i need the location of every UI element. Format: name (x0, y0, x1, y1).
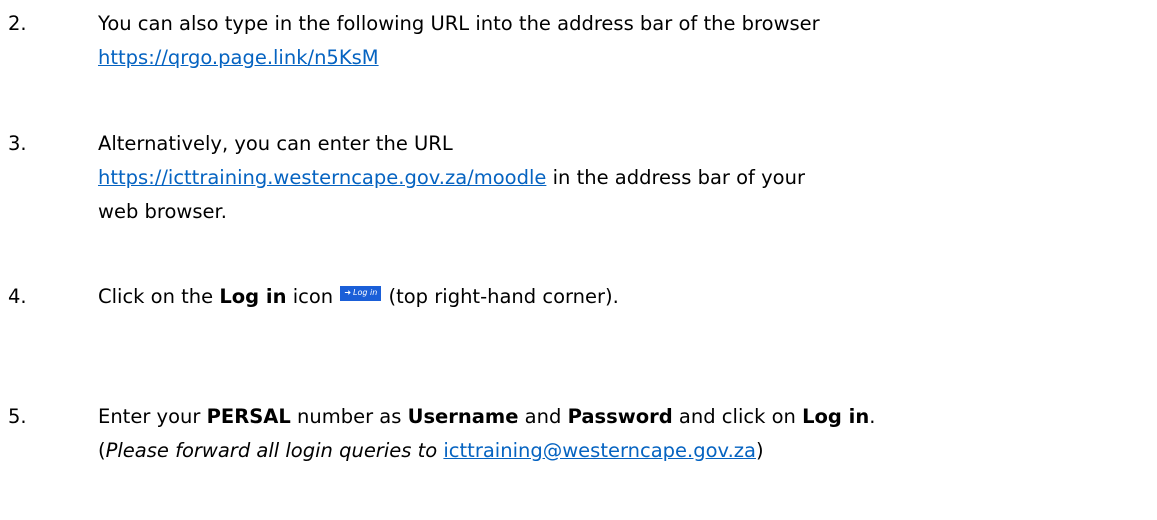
step-number: 4. (8, 285, 27, 308)
note-text: Please forward all login queries to (105, 439, 438, 462)
step-text: Alternatively, you can enter the URL (98, 132, 453, 155)
qrgo-link[interactable]: https://qrgo.page.link/n5KsM (98, 46, 379, 69)
step-body: You can also type in the following URL i… (98, 7, 1153, 75)
step-text: and click on (672, 405, 803, 428)
step-text: web browser. (98, 200, 227, 223)
step-body: Enter your PERSAL number as Username and… (98, 400, 1153, 468)
step-text: icon (286, 285, 340, 308)
paren-open: ( (98, 439, 106, 462)
username-label: Username (407, 405, 519, 428)
step-text: Click on the (98, 285, 220, 308)
step-text: You can also type in the following URL i… (98, 12, 820, 35)
log-in-button-label: Log in (353, 288, 378, 297)
step-number: 2. (8, 12, 27, 35)
step-text: in the address bar of your (546, 166, 805, 189)
login-arrow-icon: ➜ (344, 288, 352, 297)
log-in-label: Log in (219, 285, 287, 308)
step-text: and (518, 405, 568, 428)
step-text: number as (290, 405, 408, 428)
step-text: Enter your (98, 405, 207, 428)
step-text: . (869, 405, 876, 428)
step-text: (top right-hand corner). (382, 285, 619, 308)
log-in-label: Log in (802, 405, 870, 428)
step-number: 3. (8, 132, 27, 155)
log-in-button-image: ➜ Log in (340, 285, 382, 301)
moodle-link[interactable]: https://icttraining.westerncape.gov.za/m… (98, 166, 546, 189)
step-number: 5. (8, 405, 27, 428)
email-link[interactable]: icttraining@westerncape.gov.za (443, 439, 756, 462)
step-body: Alternatively, you can enter the URL htt… (98, 127, 1153, 229)
persal-label: PERSAL (206, 405, 291, 428)
step-body: Click on the Log in icon ➜ Log in (top ri… (98, 280, 1153, 314)
paren-close: ) (755, 439, 764, 462)
password-label: Password (567, 405, 673, 428)
